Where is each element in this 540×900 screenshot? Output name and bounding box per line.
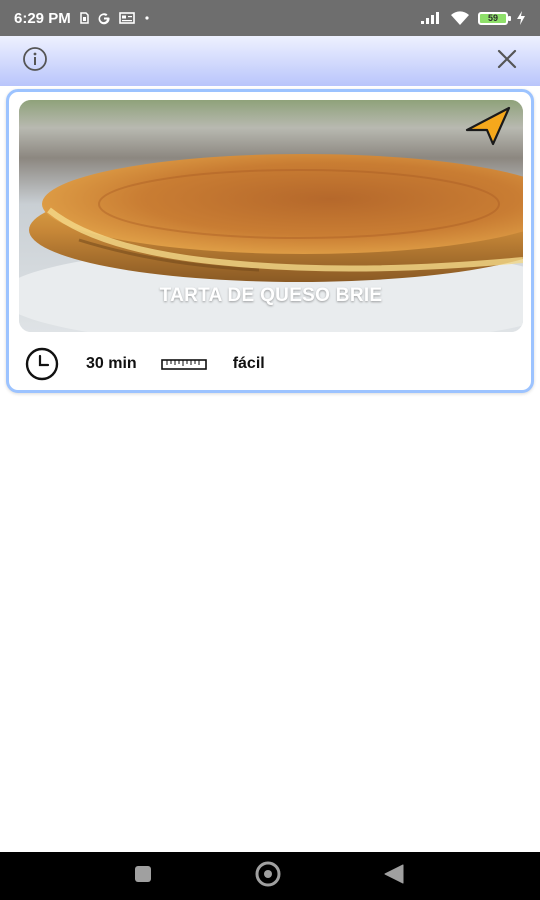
info-icon: [22, 46, 48, 77]
google-icon: [97, 11, 111, 25]
close-icon: [496, 48, 518, 75]
signal-icon: [420, 11, 442, 25]
top-bar: [0, 36, 540, 86]
share-button[interactable]: [463, 104, 517, 146]
system-nav-bar: [0, 852, 540, 900]
wifi-icon: [450, 10, 470, 26]
triangle-back-icon: [383, 863, 405, 890]
square-icon: [133, 864, 153, 889]
home-button[interactable]: [253, 861, 283, 889]
ruler-icon: [160, 356, 207, 372]
recents-button[interactable]: [131, 865, 155, 887]
status-time: 6:29 PM: [14, 9, 71, 27]
recipe-card[interactable]: TARTA DE QUESO BRIE 30 min fácil: [6, 89, 534, 393]
recipe-meta: 30 min fácil: [23, 344, 265, 384]
sim-icon: [79, 12, 89, 24]
recipe-difficulty: fácil: [232, 355, 265, 372]
info-button[interactable]: [20, 46, 50, 76]
recipe-time: 30 min: [86, 355, 137, 372]
close-button[interactable]: [492, 46, 522, 76]
circle-icon: [254, 860, 282, 893]
battery-indicator: 59: [478, 11, 511, 25]
recipe-title: TARTA DE QUESO BRIE: [159, 285, 383, 306]
dot-icon: [143, 14, 151, 22]
navigation-arrow-icon: [463, 106, 517, 150]
clock-icon: [23, 347, 61, 381]
charging-icon: [516, 11, 526, 25]
recipe-image[interactable]: TARTA DE QUESO BRIE: [19, 100, 523, 332]
news-icon: [118, 12, 135, 24]
back-button[interactable]: [381, 863, 407, 890]
status-bar: 6:29 PM 59: [0, 0, 540, 36]
